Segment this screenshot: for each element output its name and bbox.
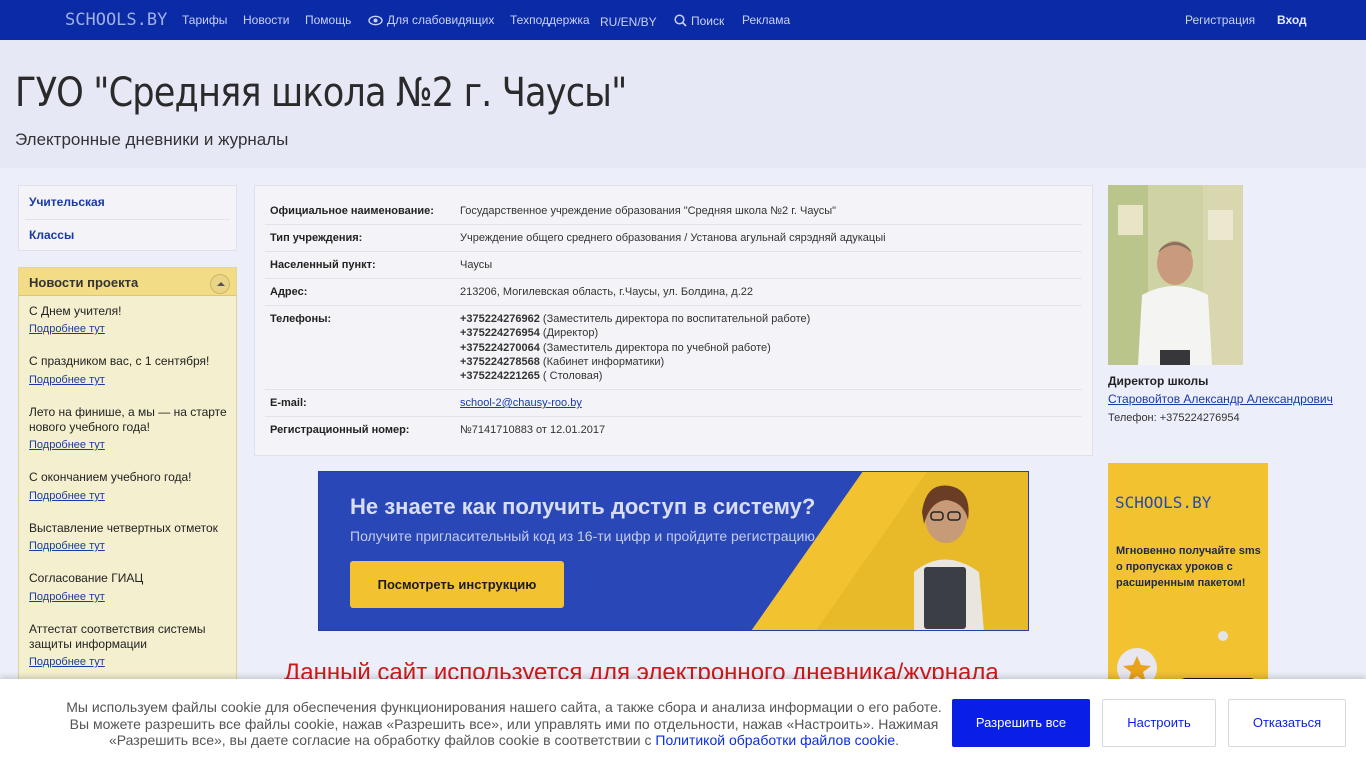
info-row-address: Адрес: 213206, Могилевская область, г.Ча… — [265, 279, 1082, 306]
nav-accessibility-label: Для слабовидящих — [387, 13, 495, 27]
news-item-more-link[interactable]: Подробнее тут — [29, 374, 105, 386]
nav-search-label: Поиск — [691, 14, 725, 28]
phone-number[interactable]: +375224278568 — [460, 356, 540, 368]
school-header: ГУО "Средняя школа №2 г. Чаусы" Электрон… — [0, 40, 1366, 168]
banner-text: Получите пригласительный код из 16-ти ци… — [350, 528, 815, 544]
email-link[interactable]: school-2@chausy-roo.by — [460, 397, 582, 409]
nav-tariffs[interactable]: Тарифы — [182, 13, 227, 27]
phone-line: +375224278568 (Кабинет информатики) — [460, 355, 810, 369]
phone-line: +375224221265 ( Столовая) — [460, 369, 810, 383]
news-item-more-link[interactable]: Подробнее тут — [29, 490, 105, 502]
director-title: Директор школы — [1108, 374, 1209, 388]
phone-number[interactable]: +375224270064 — [460, 342, 540, 354]
news-item-title[interactable]: С Днем учителя! — [29, 304, 229, 319]
cookie-message: Мы используем файлы cookie для обеспечен… — [60, 699, 948, 749]
school-info-table: Официальное наименование: Государственно… — [254, 185, 1093, 456]
top-nav-bar: SCHOOLS.BY Тарифы Новости Помощь Для сла… — [0, 0, 1366, 40]
news-panel-title: Новости проекта — [29, 275, 139, 290]
register-link[interactable]: Регистрация — [1185, 13, 1255, 27]
director-name-link[interactable]: Старовойтов Александр Александрович — [1108, 392, 1333, 406]
info-label: Регистрационный номер: — [270, 424, 410, 436]
news-item-title[interactable]: Согласование ГИАЦ — [29, 571, 229, 586]
info-row-city: Населенный пункт: Чаусы — [265, 252, 1082, 279]
news-item-title[interactable]: Выставление четвертных отметок — [29, 521, 229, 536]
news-item-title[interactable]: С праздником вас, с 1 сентября! — [29, 354, 229, 369]
nav-support[interactable]: Техподдержка — [510, 13, 590, 27]
info-row-type: Тип учреждения: Учреждение общего средне… — [265, 225, 1082, 252]
info-row-email: E-mail: school-2@chausy-roo.by — [265, 390, 1082, 417]
director-phone: Телефон: +375224276954 — [1108, 412, 1240, 424]
phone-list: +375224276962 (Заместитель директора по … — [460, 312, 810, 383]
news-item-more-link[interactable]: Подробнее тут — [29, 540, 105, 552]
director-portrait — [1108, 185, 1243, 365]
cookie-text-end: . — [895, 732, 900, 748]
login-link[interactable]: Вход — [1277, 13, 1307, 27]
banner-title: Не знаете как получить доступ в систему? — [350, 494, 816, 519]
news-item-title[interactable]: Лето на финише, а мы — на старте нового … — [29, 405, 229, 435]
decline-button[interactable]: Отказаться — [1228, 699, 1346, 747]
phone-number[interactable]: +375224221265 — [460, 370, 540, 382]
phone-number[interactable]: +375224276954 — [460, 327, 540, 339]
menu-divider — [25, 219, 230, 220]
phone-desc: (Директор) — [539, 327, 599, 340]
configure-button[interactable]: Настроить — [1102, 699, 1216, 747]
news-item-title[interactable]: С окончанием учебного года! — [29, 470, 229, 485]
nav-accessibility[interactable]: Для слабовидящих — [368, 13, 494, 27]
allow-all-button[interactable]: Разрешить все — [952, 699, 1090, 747]
school-subtitle: Электронные дневники и журналы — [15, 130, 289, 149]
nav-ads[interactable]: Реклама — [742, 13, 790, 27]
info-value: Чаусы — [460, 259, 493, 271]
info-row-phones: Телефоны: +375224276962 (Заместитель дир… — [265, 306, 1082, 390]
info-label: Адрес: — [270, 286, 308, 298]
info-label: Населенный пункт: — [270, 259, 376, 271]
access-instruction-banner[interactable]: Не знаете как получить доступ в систему?… — [318, 471, 1029, 631]
woman-illustration — [914, 485, 984, 630]
eye-icon — [368, 15, 383, 26]
info-label: E-mail: — [270, 397, 307, 409]
info-value: №7141710883 от 12.01.2017 — [460, 424, 606, 436]
project-news-panel: Новости проекта С Днем учителя! Подробне… — [18, 267, 237, 697]
news-item-more-link[interactable]: Подробнее тут — [29, 591, 105, 603]
phone-desc: (Заместитель директора по учебной работе… — [539, 341, 771, 354]
menu-item-teachers[interactable]: Учительская — [29, 195, 105, 209]
phone-line: +375224276962 (Заместитель директора по … — [460, 312, 810, 326]
collapse-icon[interactable] — [210, 274, 230, 294]
phone-desc: (Заместитель директора по воспитательной… — [539, 313, 811, 325]
phone-line: +375224270064 (Заместитель директора по … — [460, 341, 810, 355]
info-value: Учреждение общего среднего образования /… — [460, 232, 886, 244]
director-photo — [1108, 185, 1243, 365]
news-panel-header: Новости проекта — [19, 268, 236, 296]
nav-search[interactable]: Поиск — [674, 14, 724, 28]
view-instruction-button[interactable]: Посмотреть инструкцию — [350, 561, 564, 608]
nav-news[interactable]: Новости — [243, 13, 289, 27]
news-item-title[interactable]: Аттестат соответствия системы защиты инф… — [29, 622, 229, 652]
cookie-consent-bar: Мы используем файлы cookie для обеспечен… — [0, 679, 1366, 768]
cookie-policy-link[interactable]: Политикой обработки файлов cookie — [655, 732, 895, 748]
info-label: Телефоны: — [270, 313, 332, 325]
nav-language[interactable]: RU/EN/BY — [600, 15, 657, 29]
ad-decoration — [1117, 631, 1258, 693]
info-value: Государственное учреждение образования "… — [460, 205, 837, 217]
search-icon — [674, 14, 687, 27]
news-item-more-link[interactable]: Подробнее тут — [29, 439, 105, 451]
school-title: ГУО "Средняя школа №2 г. Чаусы" — [15, 70, 627, 116]
left-menu: Учительская Классы — [18, 185, 237, 251]
phone-desc: (Кабинет информатики) — [539, 355, 665, 368]
info-label: Официальное наименование: — [270, 205, 434, 217]
menu-item-classes[interactable]: Классы — [29, 228, 74, 242]
info-row-official-name: Официальное наименование: Государственно… — [265, 198, 1082, 225]
news-item-more-link[interactable]: Подробнее тут — [29, 323, 105, 335]
site-logo[interactable]: SCHOOLS.BY — [65, 10, 167, 30]
phone-desc: ( Столовая) — [539, 370, 603, 383]
sms-ad-banner[interactable]: SCHOOLS.BY Мгновенно получайте sms о про… — [1108, 463, 1268, 693]
news-item-more-link[interactable]: Подробнее тут — [29, 656, 105, 668]
phone-number[interactable]: +375224276962 — [460, 313, 540, 325]
phone-line: +375224276954 (Директор) — [460, 326, 810, 340]
info-row-registration: Регистрационный номер: №7141710883 от 12… — [265, 417, 1082, 444]
info-label: Тип учреждения: — [270, 232, 363, 244]
nav-help[interactable]: Помощь — [305, 13, 351, 27]
info-value: 213206, Могилевская область, г.Чаусы, ул… — [460, 286, 753, 298]
